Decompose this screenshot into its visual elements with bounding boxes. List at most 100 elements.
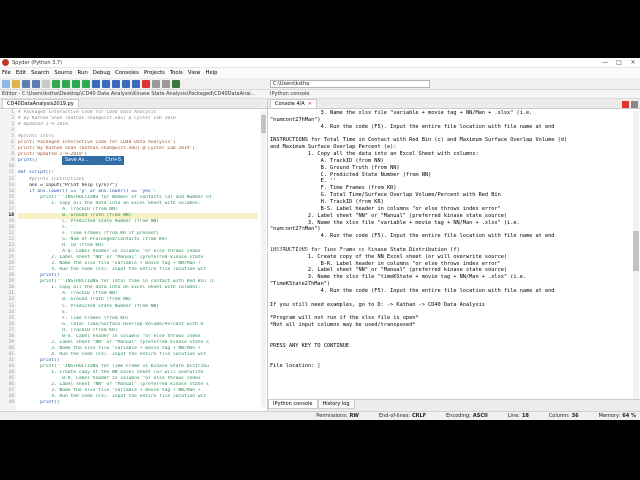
console-line: INSTRUCTIONS for Total Time in Contact w… xyxy=(270,137,568,144)
new-file-icon[interactable] xyxy=(2,79,10,88)
spyder-window: Spyder (Python 3.7) — □ × File Edit Search… xyxy=(0,58,640,420)
save-as-tooltip[interactable]: Save As... Ctrl+S xyxy=(62,156,124,165)
interrupt-kernel-icon[interactable] xyxy=(622,101,629,108)
step-return-icon[interactable] xyxy=(122,79,130,88)
memory-status: Memory: 64 % xyxy=(598,413,636,419)
console-line: F. Time Frames (from KR) xyxy=(270,185,397,192)
console-line: 1. Copy all the data into an Excel Sheet… xyxy=(270,151,479,158)
save-as-label: Save As... xyxy=(65,158,89,163)
console-line: B. Ground Truth (from NN) xyxy=(270,164,400,171)
editor-tab[interactable]: CD40DataAnalysis2019.py xyxy=(2,99,79,108)
menu-tools[interactable]: Tools xyxy=(170,70,183,76)
menu-bar: File Edit Search Source Run Debug Consoles Proj… xyxy=(0,68,640,78)
console-line: 3. Name the xlsx file "timeKState + movi… xyxy=(270,274,527,281)
continue-icon[interactable] xyxy=(132,79,140,88)
encoding-status: Encoding: ASCII xyxy=(446,413,488,419)
status-bar: Permissions: RW End-of-lines: CRLF Encodin… xyxy=(0,411,640,420)
menu-projects[interactable]: Projects xyxy=(144,70,165,76)
menu-debug[interactable]: Debug xyxy=(93,70,110,76)
menu-source[interactable]: Source xyxy=(54,70,72,76)
console-line: 2. Label sheet "NN" or "Manual" (preferr… xyxy=(270,267,508,274)
console-line: A. TrackID (from NN) xyxy=(270,157,384,164)
maximize-button[interactable]: □ xyxy=(612,59,626,66)
console-line: and Maximum Surface Overlap Percent (e): xyxy=(270,144,397,151)
run-selection-icon[interactable] xyxy=(82,79,90,88)
console-line: 3. Name the xlsx file "variable + movie … xyxy=(270,110,533,116)
console-line: C. Predicted State Number (from NN) xyxy=(270,171,432,178)
pane-headers: Editor - C:\Users\kstha\Desktop\CD40 Dat… xyxy=(0,90,640,99)
console-tab-label: Console 4/A xyxy=(275,101,305,107)
console-line: H. TrackID (from KR) xyxy=(270,198,384,205)
ipython-console-tab[interactable]: IPython console xyxy=(268,400,318,409)
debug-icon[interactable] xyxy=(92,79,100,88)
run-icon[interactable] xyxy=(52,79,60,88)
console-line: G. Total Time/Surface Overlap Volume/Per… xyxy=(270,192,501,199)
editor-path: Editor - C:\Users\kstha\Desktop\CD40 Dat… xyxy=(2,91,256,97)
editor-scroll-thumb[interactable] xyxy=(261,115,266,133)
window-title: Spyder (Python 3.7) xyxy=(12,59,62,66)
code-line: print() xyxy=(18,400,60,406)
preferences-icon[interactable] xyxy=(162,79,170,88)
pythonpath-manager-icon[interactable] xyxy=(172,79,180,88)
save-icon[interactable] xyxy=(22,79,30,88)
console-line: 4. Run the code (F5). Input the entire f… xyxy=(270,287,555,294)
console-pane-title: IPython console xyxy=(270,91,310,97)
console-line: E. '' xyxy=(270,178,337,185)
permissions-status: Permissions: RW xyxy=(316,413,359,419)
open-file-icon[interactable] xyxy=(12,79,20,88)
menu-view[interactable]: View xyxy=(188,70,201,76)
console-line: 3. Name the xlsx file "variable + movie … xyxy=(270,219,520,226)
close-button[interactable]: × xyxy=(626,59,640,66)
console-line: "numcont27hMan") xyxy=(270,116,321,123)
console-tabs: Console 4/A ✕ xyxy=(268,99,640,109)
editor-pane: CD40DataAnalysis2019.py 1 2 3 4 5 6 7 8 9 10 11 12 1… xyxy=(0,99,268,411)
run-cell-icon[interactable] xyxy=(62,79,70,88)
code-area[interactable]: # Packaged Interactive Code for CD40 Dat… xyxy=(18,110,258,410)
console-line: *Program will not run if the xlsx file i… xyxy=(270,315,419,322)
toolbar: C:\Users\kstha xyxy=(0,78,640,90)
print-icon[interactable] xyxy=(42,79,50,88)
save-as-shortcut: Ctrl+S xyxy=(105,158,121,163)
console-line: "numcont27hMan") xyxy=(270,226,321,233)
console-scrollbar[interactable] xyxy=(633,111,639,399)
close-tab-icon[interactable]: ✕ xyxy=(308,101,312,107)
editor-tabs: CD40DataAnalysis2019.py xyxy=(0,99,267,109)
console-bottom-tabs: IPython console History log xyxy=(268,399,640,411)
editor-scrollbar[interactable] xyxy=(261,111,266,407)
line-status: Line: 18 xyxy=(507,413,529,419)
console-line: B-S. Label header in columns "or else th… xyxy=(270,205,501,212)
menu-help[interactable]: Help xyxy=(205,70,217,76)
step-into-icon[interactable] xyxy=(112,79,120,88)
options-menu-icon[interactable] xyxy=(631,101,638,108)
console-tools xyxy=(622,101,640,108)
console-line: 2. Label sheet "NN" or "Manual" (preferr… xyxy=(270,212,508,219)
eol-status: End-of-lines: CRLF xyxy=(378,413,427,419)
menu-run[interactable]: Run xyxy=(78,70,88,76)
run-cell-advance-icon[interactable] xyxy=(72,79,80,88)
line-number-gutter: 1 2 3 4 5 6 7 8 9 10 11 12 13 14 15 16 17 18 19 20 21 22 23 24 2… xyxy=(0,110,16,410)
minimize-button[interactable]: — xyxy=(598,59,612,66)
menu-consoles[interactable]: Consoles xyxy=(115,70,139,76)
menu-file[interactable]: File xyxy=(2,70,11,76)
recorder-watermark: Screen Recorder Lite xyxy=(240,243,376,258)
menu-edit[interactable]: Edit xyxy=(16,70,26,76)
console-line: B-R. Label header in columns "or else th… xyxy=(270,260,501,267)
console-line: 4. Run the code (F5). Input the entire f… xyxy=(270,233,555,240)
working-directory-field[interactable]: C:\Users\kstha xyxy=(270,79,430,88)
console-tab[interactable]: Console 4/A ✕ xyxy=(270,99,317,108)
console-line: If you still need examples, go to D: -> … xyxy=(270,301,485,308)
history-log-tab[interactable]: History log xyxy=(317,400,355,409)
maximize-pane-icon[interactable] xyxy=(152,79,160,88)
console-scroll-thumb[interactable] xyxy=(633,231,639,271)
menu-search[interactable]: Search xyxy=(31,70,49,76)
console-line: File location: | xyxy=(270,363,321,370)
step-icon[interactable] xyxy=(102,79,110,88)
console-line: *Not all input columns may be used/trans… xyxy=(270,322,416,329)
save-all-icon[interactable] xyxy=(32,79,40,88)
stop-debug-icon[interactable] xyxy=(142,79,150,88)
